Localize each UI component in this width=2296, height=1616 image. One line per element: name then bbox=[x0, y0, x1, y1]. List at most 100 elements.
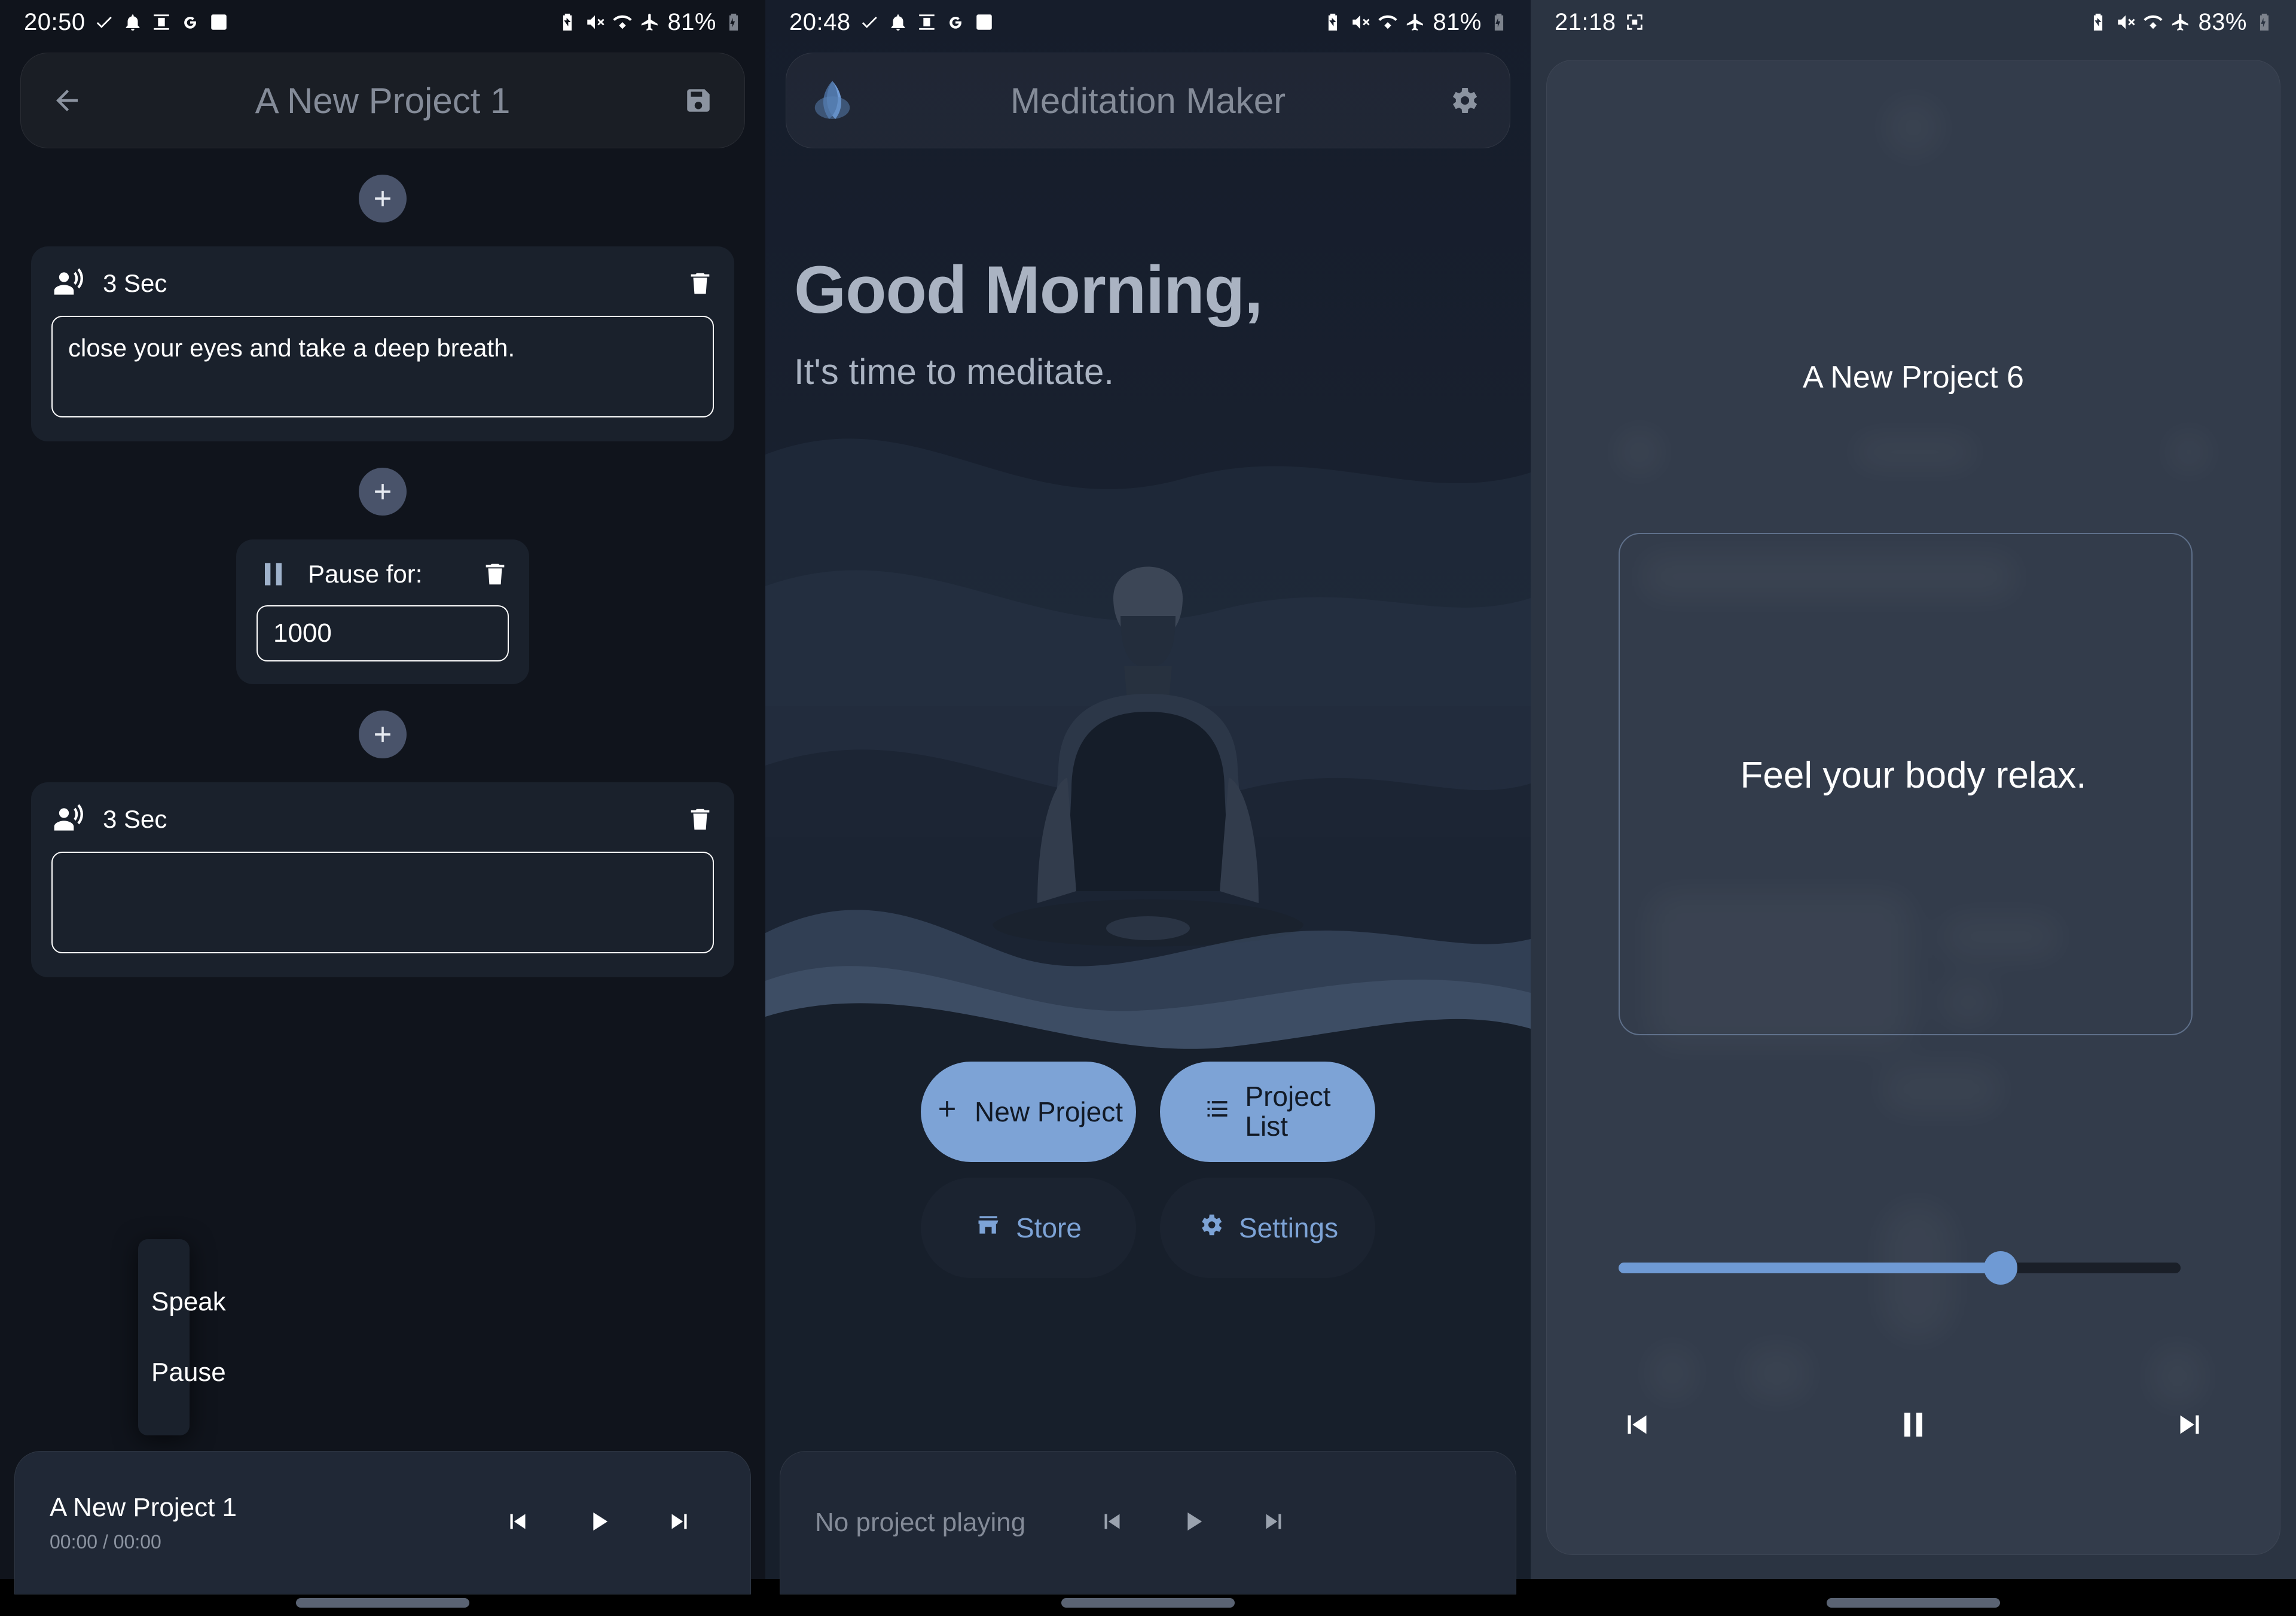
add-step-button-2[interactable] bbox=[359, 468, 407, 516]
ghost-shape bbox=[2170, 433, 2208, 471]
greeting-block: Good Morning, It's time to meditate. bbox=[794, 251, 1263, 392]
page-title: A New Project 1 bbox=[255, 80, 511, 121]
step-text-input[interactable]: close your eyes and take a deep breath. bbox=[51, 316, 714, 417]
home-player-bar: No project playing bbox=[780, 1451, 1516, 1594]
bell-icon bbox=[888, 11, 908, 33]
image-icon bbox=[974, 11, 994, 33]
play-icon[interactable] bbox=[1177, 1506, 1208, 1540]
wifi-icon bbox=[612, 11, 633, 33]
ghost-shape bbox=[1619, 431, 1660, 473]
wifi-icon bbox=[1378, 11, 1398, 33]
step-card-speak-2: 3 Sec bbox=[31, 782, 734, 977]
player-controls bbox=[1619, 1406, 2208, 1446]
new-project-button[interactable]: New Project bbox=[921, 1062, 1136, 1162]
list-icon bbox=[1204, 1096, 1231, 1129]
greeting-headline: Good Morning, bbox=[794, 252, 1263, 327]
menu-item-speak[interactable]: Speak bbox=[138, 1267, 226, 1337]
trash-icon[interactable] bbox=[481, 558, 509, 590]
pause-icon[interactable] bbox=[1895, 1407, 1931, 1446]
editor-app-bar: A New Project 1 bbox=[20, 53, 745, 148]
ghost-top-icon bbox=[1885, 99, 1942, 156]
airplane-icon bbox=[2170, 11, 2191, 33]
status-bar-middle: 20:48 81% bbox=[765, 0, 1531, 44]
ghost-shape bbox=[2151, 1346, 2205, 1406]
battery-charging-icon bbox=[723, 11, 744, 33]
home-action-row-secondary: Store Settings bbox=[921, 1178, 1375, 1278]
status-time: 20:50 bbox=[24, 8, 86, 35]
battery-percentage: 83% bbox=[2198, 8, 2247, 35]
bell-icon bbox=[123, 11, 143, 33]
step-header: Pause for: bbox=[257, 557, 509, 591]
status-time: 20:48 bbox=[789, 8, 851, 35]
skip-previous-icon[interactable] bbox=[503, 1507, 533, 1539]
status-bar-left-group: 20:50 bbox=[24, 9, 229, 36]
status-bar-left: 20:50 81% bbox=[0, 0, 765, 44]
player-surface: A New Project 6 Feel your body relax. bbox=[1546, 60, 2280, 1555]
player-project-title: A New Project 6 bbox=[1803, 360, 2024, 395]
speaking-person-icon bbox=[51, 267, 85, 300]
add-step-button-3[interactable] bbox=[359, 711, 407, 758]
trash-icon[interactable] bbox=[686, 803, 714, 836]
gesture-nav-bar bbox=[296, 1598, 469, 1608]
player-timecode: 00:00 / 00:00 bbox=[50, 1530, 161, 1553]
skip-next-icon[interactable] bbox=[2171, 1406, 2208, 1446]
check-icon bbox=[859, 11, 880, 33]
trash-icon[interactable] bbox=[686, 267, 714, 300]
greeting-subline: It's time to meditate. bbox=[794, 352, 1114, 392]
airplane-icon bbox=[1405, 11, 1425, 33]
pause-duration-input[interactable]: 1000 bbox=[257, 605, 509, 661]
menu-item-pause[interactable]: Pause bbox=[138, 1337, 226, 1408]
player-controls bbox=[1097, 1506, 1289, 1540]
status-bar-right-group: 81% bbox=[1323, 9, 1509, 36]
ghost-shape bbox=[1855, 438, 1975, 466]
gesture-nav-bar bbox=[1061, 1598, 1235, 1608]
slider-fill bbox=[1619, 1263, 2001, 1273]
battery-percentage: 81% bbox=[1433, 8, 1482, 35]
player-controls bbox=[503, 1506, 716, 1540]
add-step-button-1[interactable] bbox=[359, 175, 407, 222]
project-list-label: Project List bbox=[1245, 1081, 1331, 1142]
home-action-row-primary: New Project Project List bbox=[921, 1062, 1375, 1162]
skip-next-icon[interactable] bbox=[664, 1507, 694, 1539]
ghost-shape bbox=[1882, 1065, 2001, 1113]
phone-screen-player: 21:18 83% A New Project 6 Feel your body… bbox=[1531, 0, 2296, 1616]
battery-percentage: 81% bbox=[667, 8, 716, 35]
battery-charging-icon bbox=[1489, 11, 1509, 33]
ghost-shape bbox=[1648, 1346, 1696, 1400]
battery-charging-icon bbox=[2254, 11, 2274, 33]
app-title: Meditation Maker bbox=[1010, 80, 1286, 121]
battery-saver-icon bbox=[1323, 11, 1343, 33]
save-icon[interactable] bbox=[673, 75, 724, 126]
player-status-text: No project playing bbox=[815, 1508, 1026, 1537]
skip-previous-icon[interactable] bbox=[1097, 1507, 1127, 1539]
arrow-left-icon[interactable] bbox=[41, 75, 93, 126]
store-button[interactable]: Store bbox=[921, 1178, 1136, 1278]
project-list-button[interactable]: Project List bbox=[1160, 1062, 1375, 1162]
gear-icon[interactable] bbox=[1438, 75, 1489, 126]
plus-icon bbox=[934, 1096, 960, 1129]
google-icon bbox=[180, 11, 200, 33]
skip-next-icon[interactable] bbox=[1259, 1507, 1289, 1539]
step-card-pause: Pause for: 1000 bbox=[236, 539, 529, 684]
airplane-icon bbox=[640, 11, 660, 33]
ghost-toolbar-row bbox=[1619, 425, 2208, 479]
step-text-input[interactable] bbox=[51, 852, 714, 953]
vertical-align-icon bbox=[151, 11, 172, 33]
home-action-grid: New Project Project List Store Settings bbox=[765, 1062, 1531, 1278]
gear-icon bbox=[1197, 1211, 1225, 1245]
play-icon[interactable] bbox=[583, 1506, 614, 1540]
home-app-bar: Meditation Maker bbox=[786, 53, 1510, 148]
image-icon bbox=[209, 11, 229, 33]
status-bar-left-group: 20:48 bbox=[789, 9, 994, 36]
volume-off-icon bbox=[2115, 11, 2136, 33]
check-icon bbox=[94, 11, 114, 33]
volume-off-icon bbox=[585, 11, 605, 33]
wifi-icon bbox=[2143, 11, 2163, 33]
slider-knob[interactable] bbox=[1984, 1251, 2018, 1285]
pause-label: Pause for: bbox=[308, 559, 423, 588]
step-header: 3 Sec bbox=[51, 267, 714, 300]
steps-list: 3 Sec close your eyes and take a deep br… bbox=[0, 175, 765, 977]
settings-button[interactable]: Settings bbox=[1160, 1178, 1375, 1278]
progress-slider[interactable] bbox=[1619, 1251, 2181, 1285]
skip-previous-icon[interactable] bbox=[1619, 1406, 1656, 1446]
